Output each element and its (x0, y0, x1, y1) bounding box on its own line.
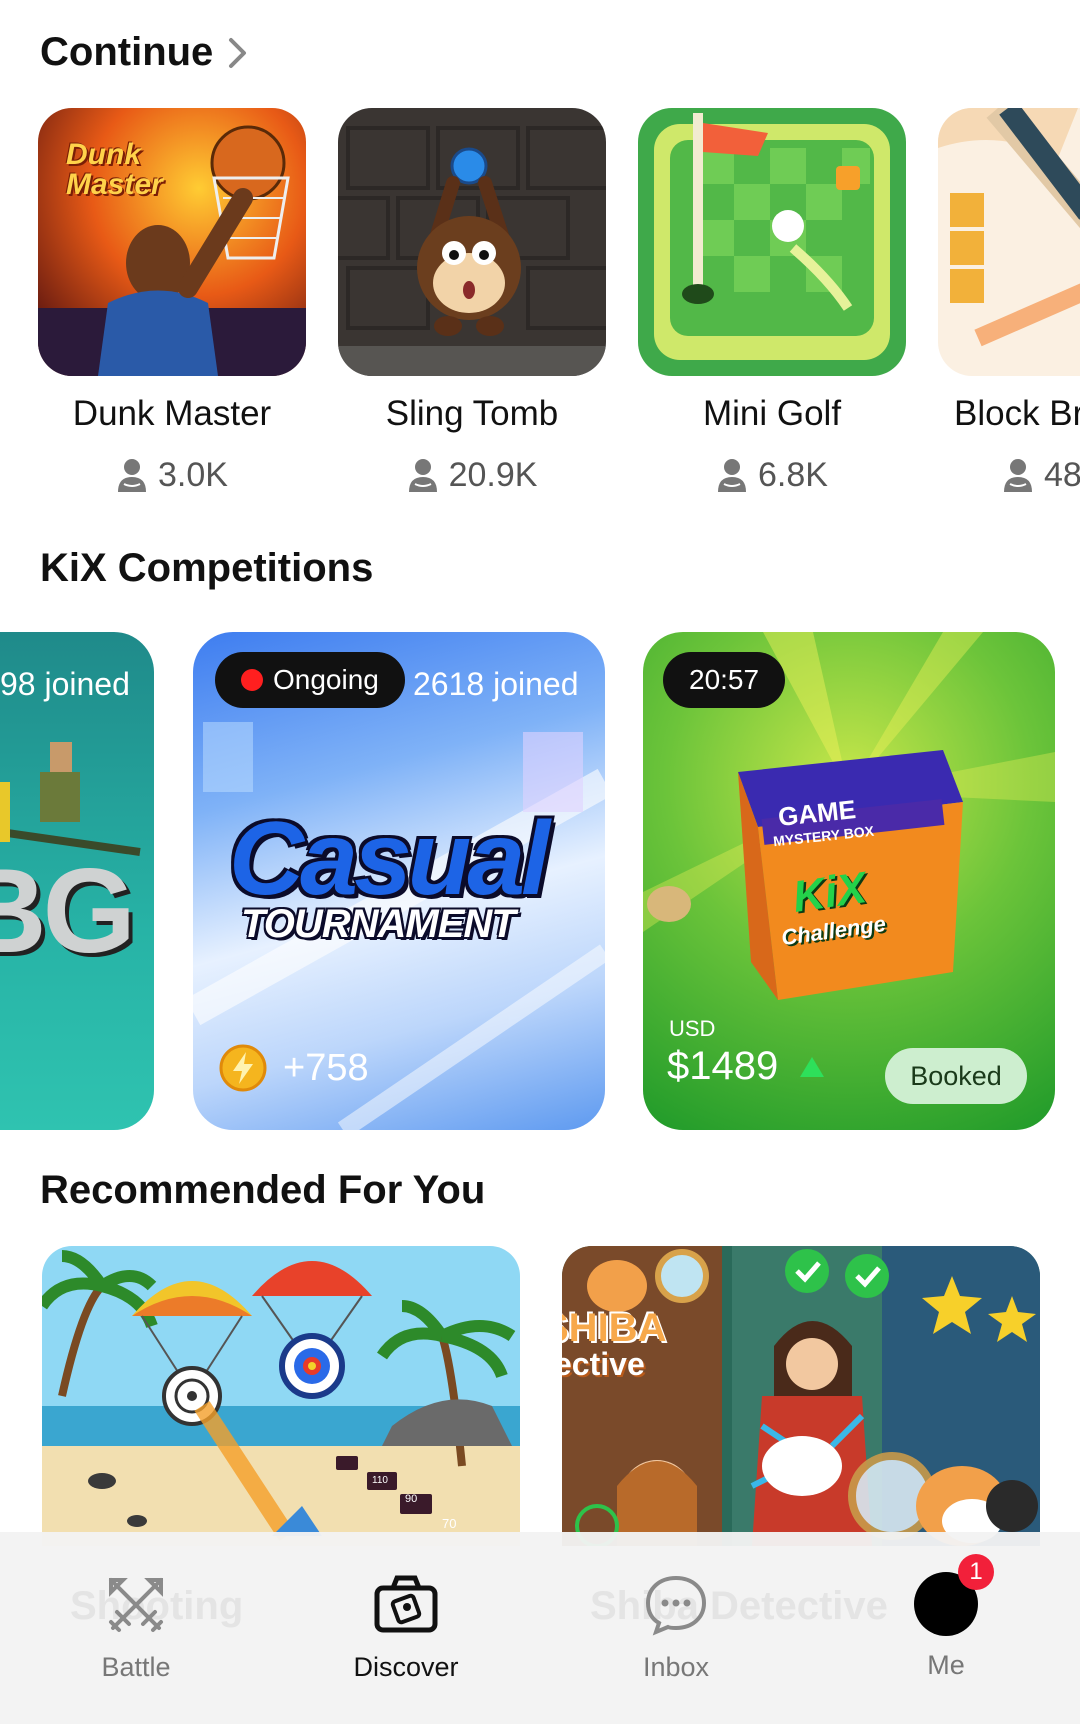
game-thumbnail[interactable] (938, 108, 1080, 376)
game-card-mini-golf[interactable]: Mini Golf 6.8K (638, 108, 906, 495)
shiba-art-text-2: ective (562, 1346, 645, 1382)
nav-label: Discover (353, 1652, 459, 1682)
competition-card-casual-tournament[interactable]: Ongoing 2618 joined Casual TOURNAMENT +7… (193, 632, 605, 1130)
reward-value: +758 (283, 1046, 369, 1089)
bottom-nav: Shooting Shiba Detective Battle Discover… (0, 1532, 1080, 1724)
competitions-title: KiX Competitions (40, 546, 374, 590)
dunk-master-logo: Dunk Master (66, 138, 163, 201)
player-count-value: 6.8K (758, 456, 828, 494)
nav-discover[interactable]: Discover (306, 1572, 506, 1683)
game-thumbnail[interactable] (338, 108, 606, 376)
live-indicator (241, 669, 263, 691)
card-art-text: BG (0, 844, 136, 978)
avatar: 1 (914, 1554, 994, 1636)
nav-label: Me (927, 1650, 965, 1680)
booked-button[interactable]: Booked (885, 1048, 1027, 1104)
game-name: Dunk Master (72, 394, 272, 433)
timer-badge: 20:57 (663, 652, 786, 708)
user-icon (408, 458, 437, 492)
player-count-value: 3.0K (158, 456, 228, 494)
game-thumbnail[interactable] (638, 108, 906, 376)
nav-battle[interactable]: Battle (36, 1572, 236, 1683)
coin-icon (219, 1044, 267, 1092)
battle-icon (109, 1578, 163, 1632)
inbox-icon (645, 1575, 707, 1636)
recommended-title: Recommended For You (40, 1168, 486, 1212)
chevron-right-icon (229, 37, 247, 68)
recommended-card-shiba-detective[interactable]: SHIBA ective (562, 1246, 1040, 1546)
player-count-value: 20.9K (448, 456, 538, 494)
game-card-dunk-master[interactable]: Dunk Master Dunk Master 3.0K (38, 108, 306, 495)
prize-row: $1489 (667, 1044, 826, 1089)
nav-me[interactable]: 1 Me (846, 1554, 1046, 1681)
nav-label: Inbox (642, 1652, 710, 1682)
game-card-block-br[interactable]: Block Br 48 (938, 108, 1080, 495)
player-count-value: 48 (1044, 456, 1080, 494)
game-name: Sling Tomb (385, 394, 559, 433)
shiba-art-text: SHIBA (562, 1306, 667, 1350)
game-thumbnail[interactable]: Dunk Master (38, 108, 306, 376)
discover-icon (374, 1575, 438, 1633)
nav-label: Battle (101, 1652, 171, 1682)
player-count: 3.0K (38, 456, 306, 495)
recommended-row[interactable]: 110 90 70 HIBA ective (0, 1246, 1080, 1546)
continue-title: Continue (40, 30, 214, 74)
joined-count: 98 joined (0, 666, 130, 702)
player-count: 6.8K (638, 456, 906, 495)
status-text: Ongoing (273, 664, 379, 695)
tournament-subtitle: TOURNAMENT (241, 902, 516, 946)
currency-label: USD (669, 1016, 716, 1041)
target-label-110: 110 (372, 1475, 388, 1486)
recommended-card-shooting[interactable]: 110 90 70 (42, 1246, 520, 1546)
user-icon (118, 458, 147, 492)
target-label-70: 70 (442, 1516, 457, 1531)
prize-value: $1489 (667, 1044, 779, 1088)
joined-count: 2618 joined (413, 666, 579, 702)
competition-card[interactable]: 98 joined BG (0, 632, 154, 1130)
game-name: Mini Golf (702, 394, 842, 433)
continue-header[interactable]: Continue (40, 30, 249, 75)
timer-text: 20:57 (689, 664, 760, 695)
reward-row: +758 (219, 1044, 369, 1092)
game-name: Block Br (954, 394, 1080, 433)
user-icon (718, 458, 747, 492)
user-icon (1004, 458, 1032, 492)
continue-games-row[interactable]: Dunk Master Dunk Master 3.0K Sling Tomb … (0, 108, 1080, 508)
notification-badge: 1 (958, 1554, 994, 1590)
trend-up-icon (800, 1056, 825, 1077)
competition-card-mystery-box[interactable]: 20:57 GAME MYSTERY BOX KiX Challenge USD… (643, 632, 1055, 1130)
competitions-row[interactable]: 98 joined BG Ongoing 2618 joined Casual … (0, 632, 1080, 1132)
status-badge: Ongoing (215, 652, 405, 708)
game-card-sling-tomb[interactable]: Sling Tomb 20.9K (338, 108, 606, 495)
player-count: 48 (938, 456, 1080, 495)
player-count: 20.9K (338, 456, 606, 495)
nav-inbox[interactable]: Inbox (576, 1572, 776, 1683)
target-label-90: 90 (405, 1493, 418, 1505)
